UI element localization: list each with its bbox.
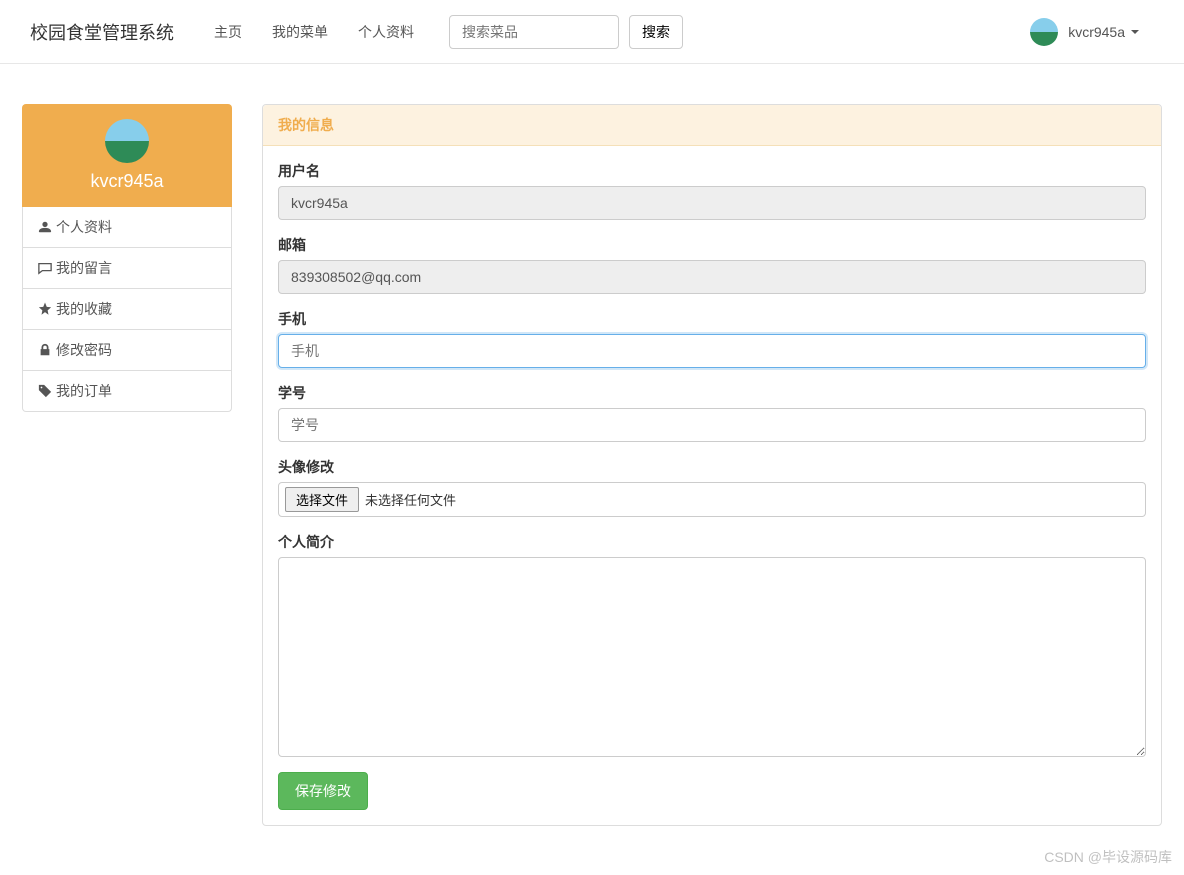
nav-links: 主页 我的菜单 个人资料 bbox=[199, 22, 429, 42]
email-field bbox=[278, 260, 1146, 294]
sidebar-item-label: 我的收藏 bbox=[56, 299, 112, 319]
user-dropdown[interactable]: kvcr945a bbox=[1068, 24, 1139, 40]
tag-icon bbox=[38, 384, 52, 398]
bio-field[interactable] bbox=[278, 557, 1146, 757]
sidebar-item-favorites[interactable]: 我的收藏 bbox=[23, 289, 231, 329]
brand-title: 校园食堂管理系统 bbox=[15, 19, 189, 45]
caret-down-icon bbox=[1131, 30, 1139, 34]
username-label: 用户名 bbox=[278, 161, 1146, 181]
panel-body: 用户名 邮箱 手机 学号 头像修改 bbox=[263, 146, 1161, 825]
student-id-label: 学号 bbox=[278, 383, 1146, 403]
search-input[interactable] bbox=[449, 15, 619, 49]
sidebar-username: kvcr945a bbox=[37, 171, 217, 192]
sidebar-item-messages[interactable]: 我的留言 bbox=[23, 248, 231, 288]
search-form: 搜索 bbox=[449, 15, 683, 49]
panel-title: 我的信息 bbox=[263, 105, 1161, 146]
nav-my-menu[interactable]: 我的菜单 bbox=[272, 24, 328, 40]
sidebar: kvcr945a 个人资料 我的留言 我的收藏 修改密码 我的订单 bbox=[22, 104, 232, 826]
username-field bbox=[278, 186, 1146, 220]
sidebar-item-password[interactable]: 修改密码 bbox=[23, 330, 231, 370]
sidebar-item-profile[interactable]: 个人资料 bbox=[23, 207, 231, 247]
file-choose-button[interactable]: 选择文件 bbox=[285, 487, 359, 512]
sidebar-menu: 个人资料 我的留言 我的收藏 修改密码 我的订单 bbox=[22, 207, 232, 412]
form-group-username: 用户名 bbox=[278, 161, 1146, 220]
top-navbar: 校园食堂管理系统 主页 我的菜单 个人资料 搜索 kvcr945a bbox=[0, 0, 1184, 64]
watermark-text: CSDN @毕设源码库 bbox=[1044, 847, 1172, 867]
form-group-phone: 手机 bbox=[278, 309, 1146, 368]
student-id-field[interactable] bbox=[278, 408, 1146, 442]
avatar-label: 头像修改 bbox=[278, 457, 1146, 477]
star-icon bbox=[38, 302, 52, 316]
navbar-username: kvcr945a bbox=[1068, 24, 1125, 40]
main-content: 我的信息 用户名 邮箱 手机 学号 bbox=[262, 104, 1162, 826]
search-button[interactable]: 搜索 bbox=[629, 15, 683, 49]
email-label: 邮箱 bbox=[278, 235, 1146, 255]
profile-panel: 我的信息 用户名 邮箱 手机 学号 bbox=[262, 104, 1162, 826]
form-group-avatar: 头像修改 选择文件 未选择任何文件 bbox=[278, 457, 1146, 517]
form-group-bio: 个人简介 bbox=[278, 532, 1146, 757]
form-group-student-id: 学号 bbox=[278, 383, 1146, 442]
user-icon bbox=[38, 220, 52, 234]
navbar-user: kvcr945a bbox=[1030, 18, 1169, 46]
file-status-text: 未选择任何文件 bbox=[365, 490, 456, 509]
sidebar-item-label: 我的订单 bbox=[56, 381, 112, 401]
user-avatar-icon bbox=[1030, 18, 1058, 46]
phone-field[interactable] bbox=[278, 334, 1146, 368]
nav-profile[interactable]: 个人资料 bbox=[358, 24, 414, 40]
nav-home[interactable]: 主页 bbox=[214, 24, 242, 40]
form-group-email: 邮箱 bbox=[278, 235, 1146, 294]
file-input[interactable]: 选择文件 未选择任何文件 bbox=[278, 482, 1146, 517]
sidebar-item-label: 我的留言 bbox=[56, 258, 112, 278]
lock-icon bbox=[38, 343, 52, 357]
phone-label: 手机 bbox=[278, 309, 1146, 329]
sidebar-item-orders[interactable]: 我的订单 bbox=[23, 371, 231, 411]
sidebar-profile-header: kvcr945a bbox=[22, 104, 232, 207]
comment-icon bbox=[38, 261, 52, 275]
sidebar-avatar-icon bbox=[105, 119, 149, 163]
save-button[interactable]: 保存修改 bbox=[278, 772, 368, 810]
bio-label: 个人简介 bbox=[278, 532, 1146, 552]
main-container: kvcr945a 个人资料 我的留言 我的收藏 修改密码 我的订单 bbox=[7, 104, 1177, 826]
sidebar-item-label: 个人资料 bbox=[56, 217, 112, 237]
sidebar-item-label: 修改密码 bbox=[56, 340, 112, 360]
